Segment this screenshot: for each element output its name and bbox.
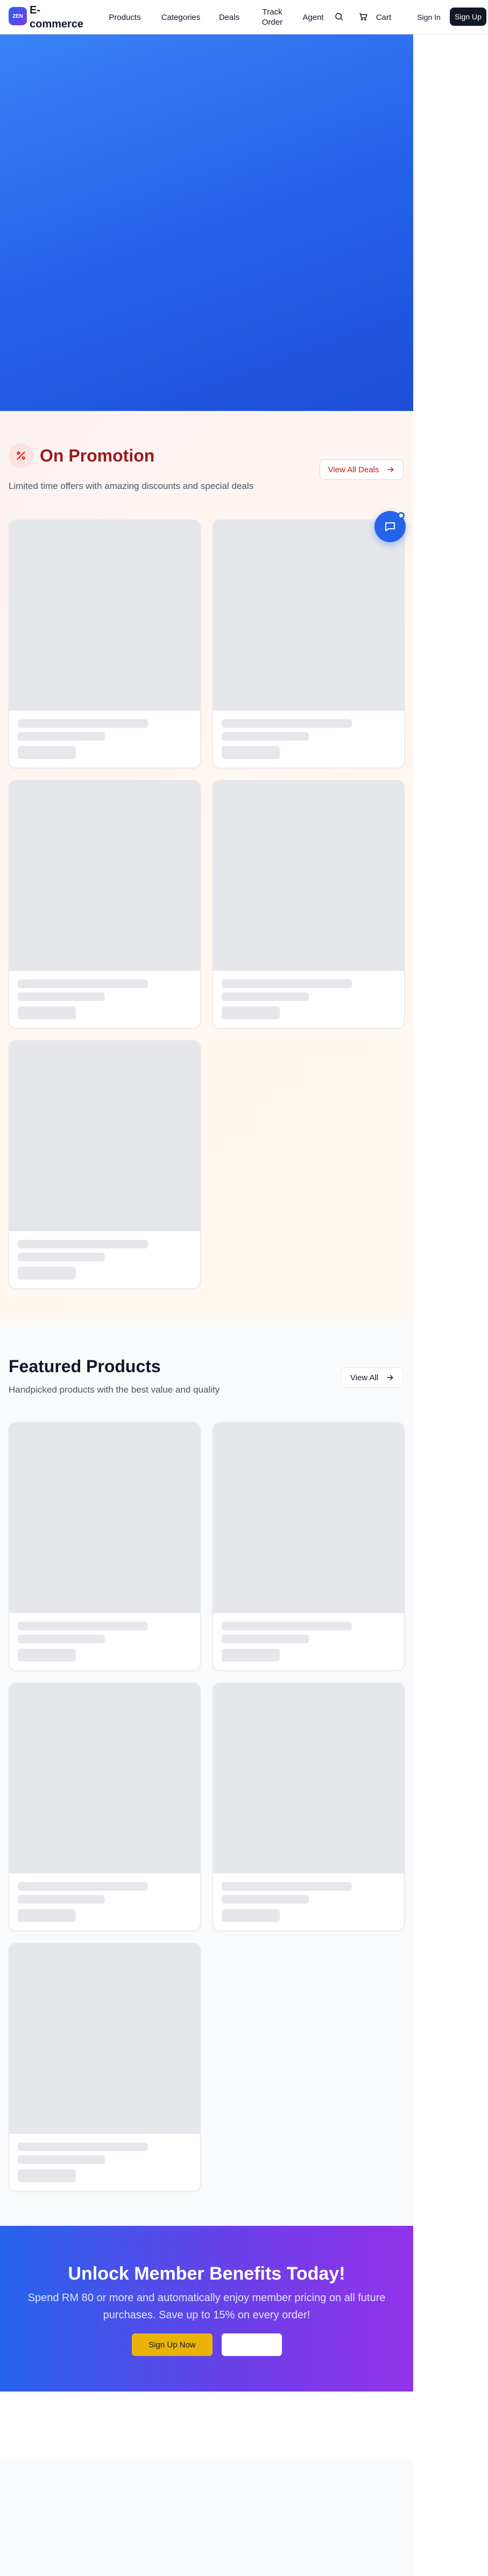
skeleton-price — [222, 1006, 280, 1019]
skeleton-line — [222, 719, 352, 728]
view-all-deals-button[interactable]: View All Deals — [320, 459, 404, 480]
skeleton-line — [222, 1635, 309, 1643]
arrow-right-icon — [387, 1375, 393, 1380]
chat-notification-dot — [398, 512, 405, 519]
cart-link[interactable]: Cart — [371, 0, 396, 34]
skeleton-line — [18, 1895, 105, 1904]
member-benefits-banner: Unlock Member Benefits Today! Spend RM 8… — [0, 2226, 413, 2392]
product-image-placeholder — [213, 1683, 404, 1874]
skeleton-line — [18, 1253, 105, 1261]
featured-product-card[interactable] — [9, 1943, 201, 2191]
promotion-section: On Promotion Limited time offers with am… — [0, 411, 413, 1322]
skeleton-line — [18, 1240, 148, 1248]
featured-product-card[interactable] — [9, 1422, 201, 1671]
sign-in-button[interactable]: Sign In — [414, 10, 443, 25]
skeleton-line — [18, 1882, 148, 1891]
view-all-deals-label: View All Deals — [328, 465, 379, 474]
skeleton-line — [222, 1882, 352, 1891]
footer-area — [0, 2460, 413, 2576]
skeleton-line — [18, 2142, 148, 2151]
product-image-placeholder — [9, 1041, 200, 1231]
nav-agent[interactable]: Agent — [298, 0, 328, 34]
skeleton-price — [222, 1649, 280, 1662]
cta-title: Unlock Member Benefits Today! — [68, 2263, 345, 2284]
promo-product-card[interactable] — [213, 520, 405, 768]
skeleton-line — [222, 992, 309, 1001]
product-image-placeholder — [9, 1423, 200, 1613]
cart-icon[interactable] — [357, 11, 369, 23]
product-image-placeholder — [213, 780, 404, 971]
promotion-title: On Promotion — [40, 446, 155, 465]
product-image-placeholder — [9, 1683, 200, 1874]
percent-icon — [9, 443, 33, 468]
view-all-button[interactable]: View All — [341, 1367, 404, 1388]
skeleton-price — [18, 746, 76, 759]
featured-product-card[interactable] — [213, 1422, 405, 1671]
nav-products[interactable]: Products — [103, 0, 146, 34]
featured-subtitle: Handpicked products with the best value … — [9, 1385, 220, 1395]
skeleton-line — [222, 1895, 309, 1904]
view-all-label: View All — [350, 1373, 379, 1382]
skeleton-price — [18, 1006, 76, 1019]
skeleton-line — [222, 732, 309, 741]
brand-name[interactable]: E-commerce — [30, 3, 94, 31]
skeleton-line — [18, 719, 148, 728]
skeleton-line — [18, 1635, 105, 1643]
nav-track-order[interactable]: Track Order — [257, 0, 287, 34]
site-header: 2EN E-commerce Products Categories Deals… — [0, 0, 488, 34]
brand-logo[interactable]: 2EN — [9, 7, 27, 25]
chat-button[interactable] — [374, 511, 406, 542]
featured-product-card[interactable] — [213, 1683, 405, 1931]
skeleton-line — [18, 2155, 105, 2164]
featured-title: Featured Products — [9, 1357, 161, 1376]
product-image-placeholder — [213, 1423, 404, 1613]
hero-banner[interactable] — [0, 34, 413, 411]
skeleton-price — [18, 1267, 76, 1280]
product-image-placeholder — [9, 520, 200, 711]
arrow-right-icon — [387, 467, 394, 472]
chat-bubble-icon — [385, 522, 395, 531]
skeleton-price — [18, 2169, 76, 2182]
nav-categories[interactable]: Categories — [156, 0, 206, 34]
promotion-subtitle: Limited time offers with amazing discoun… — [9, 481, 254, 491]
skeleton-price — [18, 1909, 76, 1922]
skeleton-line — [18, 992, 105, 1001]
skeleton-line — [222, 1622, 352, 1630]
sign-up-button[interactable]: Sign Up — [450, 8, 486, 26]
skeleton-line — [18, 1622, 148, 1630]
search-icon[interactable] — [333, 11, 345, 23]
page: 2EN E-commerce Products Categories Deals… — [0, 0, 488, 2576]
skeleton-line — [18, 980, 148, 988]
nav-deals[interactable]: Deals — [214, 0, 244, 34]
promo-product-card[interactable] — [9, 1040, 201, 1289]
skeleton-line — [222, 980, 352, 988]
promo-product-card[interactable] — [213, 780, 405, 1028]
product-image-placeholder — [9, 1943, 200, 2134]
skeleton-price — [18, 1649, 76, 1662]
featured-section: Featured Products Handpicked products wi… — [0, 1322, 413, 2226]
skeleton-price — [222, 746, 280, 759]
skeleton-line — [18, 732, 105, 741]
promo-product-card[interactable] — [9, 520, 201, 768]
featured-product-card[interactable] — [9, 1683, 201, 1931]
product-image-placeholder — [9, 780, 200, 971]
cta-subtitle: Spend RM 80 or more and automatically en… — [27, 2292, 386, 2321]
promo-product-card[interactable] — [9, 780, 201, 1028]
sign-up-now-button[interactable]: Sign Up Now — [132, 2333, 213, 2356]
skeleton-price — [222, 1909, 280, 1922]
cta-secondary-button[interactable] — [222, 2333, 282, 2356]
product-image-placeholder — [213, 520, 404, 711]
